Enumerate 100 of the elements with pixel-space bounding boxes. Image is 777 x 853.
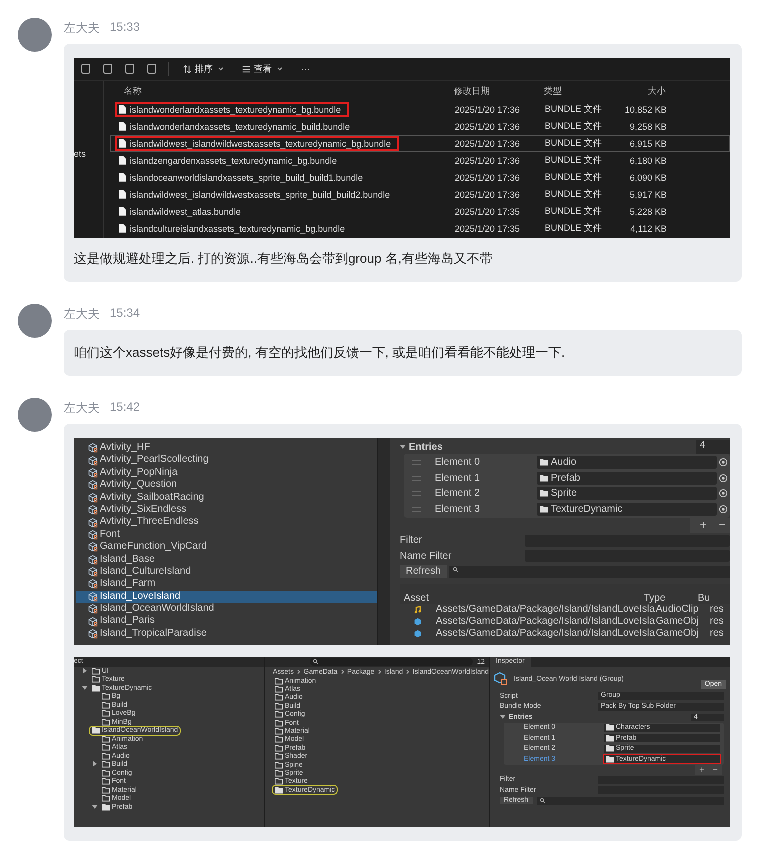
folder-field[interactable]: Prefab <box>537 472 717 485</box>
chevron-icon <box>297 669 301 675</box>
filter-field[interactable] <box>525 534 730 547</box>
folder-field[interactable]: TextureDynamic <box>537 502 717 516</box>
cube-icon <box>88 492 98 503</box>
expand-arrow-icon[interactable] <box>92 761 98 768</box>
group-item[interactable]: Font <box>76 528 377 542</box>
expand-arrow-icon[interactable] <box>500 714 506 720</box>
asset-bundle: res <box>709 628 725 640</box>
avatar <box>18 18 52 52</box>
file-name: islandwonderlandxassets_texturedynamic_build.bundle <box>115 119 358 134</box>
folder-field[interactable]: Audio <box>537 456 717 470</box>
file-size: 9,258 KB <box>628 122 667 132</box>
add-button[interactable]: + <box>700 518 707 533</box>
expand-arrow-icon[interactable] <box>82 684 88 691</box>
file-row[interactable]: islandwonderlandxassets_texturedynamic_bg.bundle 2025/1/20 17:36 BUNDLE 文件 10,852 KB <box>110 101 730 118</box>
refresh-button[interactable]: Refresh <box>400 565 448 578</box>
name-filter-label: Name Filter <box>400 550 453 562</box>
file-date: 2025/1/20 17:35 <box>454 206 522 216</box>
group-item[interactable]: Island_TropicalParadise <box>76 628 377 640</box>
drag-handle-icon[interactable] <box>412 476 421 481</box>
column-header[interactable]: 名称 <box>110 84 450 98</box>
search-field[interactable] <box>310 658 474 666</box>
element-label: Element 2 <box>435 488 482 500</box>
toolbar-icon[interactable] <box>124 63 136 75</box>
file-row[interactable]: islandwildwest_islandwildwestxassets_texturedynamic_bg.bundle 2025/1/20 17:36 BUNDLE 文件 6,915 KB <box>110 135 730 152</box>
folder-field[interactable]: Sprite <box>537 487 717 500</box>
file-size: 6,090 KB <box>628 172 667 182</box>
sender-name: 左大夫 <box>64 20 100 37</box>
file-size: 6,915 KB <box>628 138 667 148</box>
group-item[interactable]: Avtivity_Question <box>76 479 377 492</box>
file-name: islandwildwest_islandwildwestxassets_sprite_build_build2.bundle <box>115 187 398 202</box>
file-date: 2025/1/20 17:36 <box>454 172 522 182</box>
column-header[interactable]: 类型 <box>540 84 616 98</box>
group-item[interactable]: Island_LoveIsland <box>76 590 377 604</box>
cube-icon <box>88 530 98 540</box>
toolbar-icon[interactable] <box>102 63 114 75</box>
group-item[interactable]: Island_Base <box>76 554 377 566</box>
file-row[interactable]: islandwonderlandxassets_texturedynamic_build.bundle 2025/1/20 17:36 BUNDLE 文件 9,258 KB <box>110 118 730 135</box>
file-type: BUNDLE 文件 <box>544 120 604 133</box>
cube-icon <box>88 480 98 490</box>
group-item[interactable]: Avtivity_ThreeEndless <box>76 516 377 529</box>
group-item[interactable]: Avtivity_SailboatRacing <box>76 492 377 504</box>
remove-button[interactable]: − <box>712 764 718 774</box>
asset-bundle: res <box>709 616 725 628</box>
sort-button[interactable]: 排序 <box>179 62 228 76</box>
file-row[interactable]: islandzengardenxassets_texturedynamic_bg.bundle 2025/1/20 17:36 BUNDLE 文件 6,180 KB <box>110 152 730 169</box>
file-type: BUNDLE 文件 <box>544 137 604 150</box>
column-header[interactable]: Bu <box>694 592 718 604</box>
file-size: 10,852 KB <box>624 104 667 114</box>
file-row[interactable]: islandwildwest_atlas.bundle 2025/1/20 17:35 BUNDLE 文件 5,228 KB <box>110 203 730 220</box>
toolbar-icon[interactable] <box>80 63 92 75</box>
asset-type: GameObj <box>656 628 700 640</box>
avatar <box>18 304 52 338</box>
name-filter-field[interactable] <box>525 550 730 562</box>
group-item[interactable]: Avtivity_HF <box>76 442 377 454</box>
search-field[interactable] <box>449 566 730 578</box>
cube-icon <box>88 456 98 466</box>
group-item[interactable]: Avtivity_PopNinja <box>76 466 377 480</box>
search-field[interactable] <box>536 796 724 805</box>
column-header[interactable]: Asset <box>404 592 644 604</box>
element-label: Element 3 <box>435 504 482 515</box>
search-icon <box>453 566 460 573</box>
cube-icon <box>88 518 98 528</box>
chevron-icon <box>378 669 382 675</box>
group-item[interactable]: Island_Paris <box>76 615 377 628</box>
group-item[interactable]: Island_OceanWorldIsland <box>76 603 377 616</box>
column-header[interactable]: 修改日期 <box>450 84 540 98</box>
toolbar-icon[interactable] <box>146 63 158 75</box>
entries-count-field[interactable]: 4 <box>696 440 730 454</box>
file-row[interactable]: islandcultureislandxassets_texturedynamic_bg.bundle 2025/1/20 17:35 BUNDLE 文件 4,112 KB <box>110 220 730 237</box>
column-header[interactable]: Type <box>644 592 694 604</box>
group-item[interactable]: Island_CultureIsland <box>76 566 377 578</box>
view-button[interactable]: 查看 <box>238 62 287 76</box>
element-label: Element 1 <box>435 472 482 484</box>
search-icon <box>540 798 546 804</box>
group-item[interactable]: Avtivity_SixEndless <box>76 504 377 516</box>
column-header[interactable]: 大小 <box>616 84 666 98</box>
more-button[interactable]: ··· <box>297 64 314 74</box>
drag-handle-icon[interactable] <box>412 506 421 512</box>
remove-button[interactable]: − <box>718 518 726 533</box>
group-item[interactable]: Island_Farm <box>76 578 377 591</box>
file-row[interactable]: islandoceanworldislandxassets_sprite_build_build1.bundle 2025/1/20 17:36 BUNDLE 文件 6,090 KB <box>110 169 730 186</box>
expand-arrow-icon[interactable] <box>82 668 88 674</box>
expand-arrow-icon[interactable] <box>92 804 98 810</box>
file-name: islandwonderlandxassets_texturedynamic_bg.bundle <box>115 102 350 117</box>
file-row[interactable]: islandwildwest_islandwildwestxassets_sprite_build_build2.bundle 2025/1/20 17:36 BUNDLE 文件 5,917 KB <box>110 186 730 203</box>
group-item[interactable]: Avtivity_PearlScollecting <box>76 454 377 467</box>
group-item[interactable]: GameFunction_VipCard <box>76 541 377 554</box>
message-time: 15:33 <box>110 20 140 36</box>
expand-arrow-icon[interactable] <box>400 444 406 450</box>
music-note-icon <box>414 606 422 614</box>
entries-label[interactable]: Entries <box>409 442 443 452</box>
nav-item[interactable]: ets <box>74 149 86 159</box>
add-button[interactable]: + <box>699 764 705 774</box>
file-date: 2025/1/20 17:36 <box>454 156 522 166</box>
sender-name: 左大夫 <box>64 400 100 417</box>
drag-handle-icon[interactable] <box>412 460 421 466</box>
message-time: 15:42 <box>110 400 140 416</box>
drag-handle-icon[interactable] <box>412 491 421 496</box>
